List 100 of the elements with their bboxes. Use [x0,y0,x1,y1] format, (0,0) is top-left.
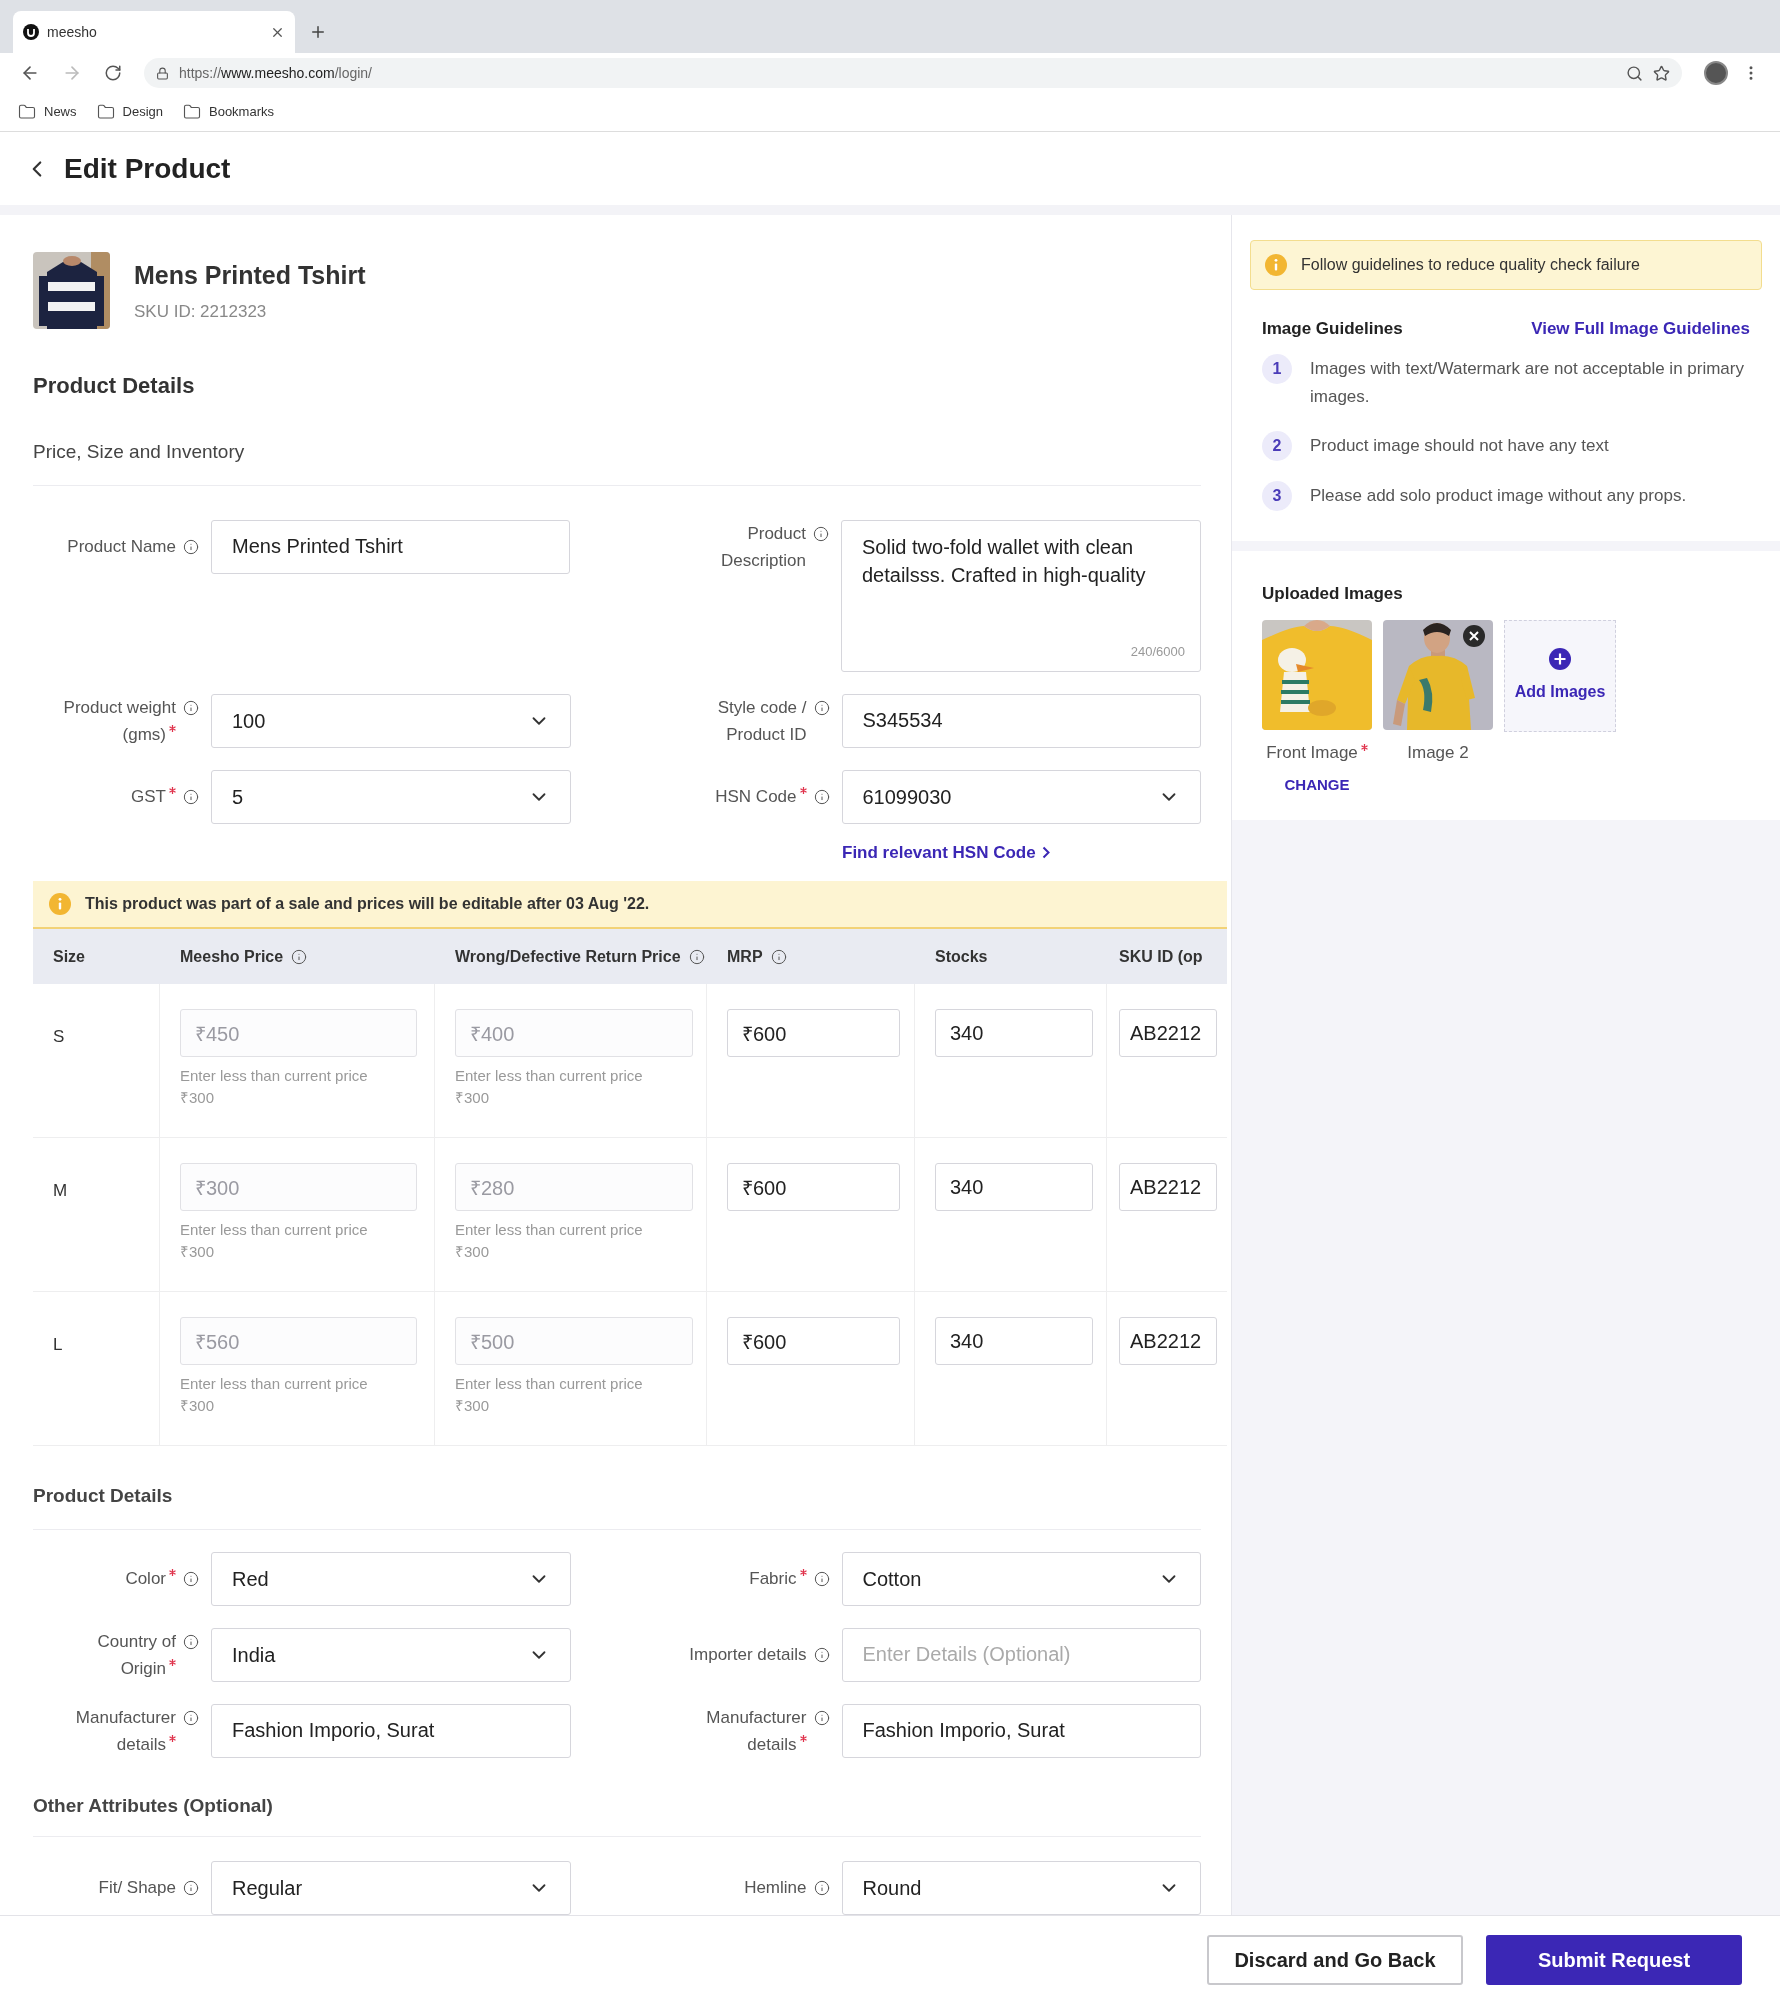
table-input[interactable]: AB2212 [1119,1009,1217,1057]
folder-icon [183,103,201,121]
guidelines-title: Image Guidelines [1262,318,1403,340]
table-input[interactable]: ₹600 [727,1009,900,1057]
info-icon [813,1709,830,1726]
add-images-button[interactable]: Add Images [1504,620,1616,732]
column-header: Size [52,946,86,967]
bookmark-item[interactable]: Bookmarks [183,102,274,122]
discard-button[interactable]: Discard and Go Back [1207,1935,1463,1985]
image-label: Image 2 [1407,742,1469,764]
dropdown-field[interactable]: Round [841,1861,1201,1915]
info-icon [183,1709,199,1726]
tab-title: meesho [47,22,98,42]
text-field[interactable]: Mens Printed Tshirt [211,519,570,574]
chevron-right-icon [1041,845,1050,859]
step-number: 3 [1262,480,1292,511]
field-label: Importer details [689,1643,807,1666]
info-icon [813,525,829,542]
dropdown-field[interactable]: Regular [211,1861,571,1915]
product-name: Mens Printed Tshirt [134,260,366,291]
text-field[interactable]: Fashion Imporio, Surat [211,1703,571,1758]
lock-icon [156,66,169,80]
browser-tab[interactable]: meesho [13,11,295,53]
table-input[interactable]: ₹600 [727,1163,900,1211]
size-label: S [53,1027,65,1046]
hint-text: Enter less than current price ₹300 [180,1066,369,1108]
column-header: Wrong/Defective Return Price [435,929,707,984]
dropdown-field[interactable]: 5 [211,769,571,824]
info-icon [183,1880,199,1896]
info-icon [183,1570,199,1587]
uploaded-images-title: Uploaded Images [1262,583,1403,603]
step-number: 1 [1262,353,1292,384]
size-label: M [53,1181,68,1200]
address-bar[interactable]: https://www.meesho.com/login/ [144,58,1682,88]
column-header: Stocks [934,946,989,967]
info-icon [813,1880,830,1896]
page-title: Edit Product [64,151,231,186]
field-label: Country of Origin [97,1630,176,1680]
alert-icon [1265,254,1287,276]
text-field[interactable]: S345534 [841,693,1201,748]
dropdown-field[interactable]: India [211,1627,571,1682]
sale-notice-text: This product was part of a sale and prices will be editable after 03 Aug '22. [85,894,650,914]
dropdown-field[interactable]: 100 [211,693,571,748]
field-label: Fabric [749,1564,807,1592]
info-icon [183,538,199,555]
hsn-code-link[interactable]: Find relevant HSN Code [842,839,1050,865]
table-input[interactable]: AB2212 [1119,1163,1217,1211]
column-header: SKU ID (op [1118,946,1204,967]
bookmark-item[interactable]: Design [96,102,163,122]
change-button[interactable]: CHANGE [1284,773,1350,796]
info-icon [813,699,830,716]
table-input[interactable]: ₹600 [727,1317,900,1365]
hint-text: Enter less than current price ₹300 [180,1220,369,1262]
notice-text: Follow guidelines to reduce quality check failure [1301,255,1640,275]
info-icon [183,788,199,805]
guideline-text: Images with text/Watermark are not acceptable in primary images. [1310,357,1745,408]
field-label: Manufacturer details [75,1706,176,1756]
hint-text: Enter less than current price ₹300 [180,1374,369,1416]
column-header: MRP [707,929,915,984]
section-title: Product Details [33,372,196,400]
section-title: Product Details [33,1484,174,1508]
field-label: Style code / Product ID [717,696,807,746]
zoom-icon[interactable] [1626,64,1643,82]
new-tab-icon[interactable] [309,23,327,41]
folder-icon [96,103,115,121]
dropdown-field[interactable]: Red [211,1551,571,1606]
hint-text: Enter less than current price ₹300 [455,1374,644,1416]
alert-icon [49,893,71,915]
bookmark-star-icon[interactable] [1653,64,1670,82]
reload-icon[interactable] [104,64,122,82]
text-field[interactable]: Fashion Imporio, Surat [841,1703,1201,1758]
profile-avatar[interactable] [1704,61,1728,85]
field-label: Product Description [720,522,806,572]
table-input[interactable]: 340 [935,1317,1093,1365]
guidelines-link[interactable]: View Full Image Guidelines [1531,316,1750,342]
hint-text: Enter less than current price ₹300 [455,1220,644,1262]
text-field[interactable]: Enter Details (Optional) [841,1627,1201,1682]
field-label: Product Name [67,535,176,558]
guideline-text: Please add solo product image without any props. [1310,484,1687,507]
character-count: 240/6000 [1130,643,1185,661]
folder-icon [18,103,36,121]
image-label: Front Image [1266,740,1368,766]
table-input[interactable]: AB2212 [1119,1317,1217,1365]
field-label: Manufacturer details [706,1706,807,1756]
field-label: Hemline [744,1877,807,1899]
submit-button[interactable]: Submit Request [1486,1935,1742,1985]
guideline-text: Product image should not have any text [1310,434,1609,457]
info-icon [813,1646,830,1663]
field-label: GST [131,782,176,810]
url-text: https://www.meesho.com/login/ [179,63,373,83]
remove-icon[interactable] [1463,625,1485,647]
dropdown-field[interactable]: 61099030 [841,769,1201,824]
table-input[interactable]: 340 [935,1163,1093,1211]
bookmark-item[interactable]: News [18,102,77,122]
table-input[interactable]: 340 [935,1009,1093,1057]
section-title: Other Attributes (Optional) [33,1793,274,1818]
dropdown-field[interactable]: Cotton [841,1551,1201,1606]
field-label: Product weight (gms) [63,696,176,746]
field-label: Color [125,1564,176,1592]
field-label: Fit/ Shape [98,1877,176,1899]
